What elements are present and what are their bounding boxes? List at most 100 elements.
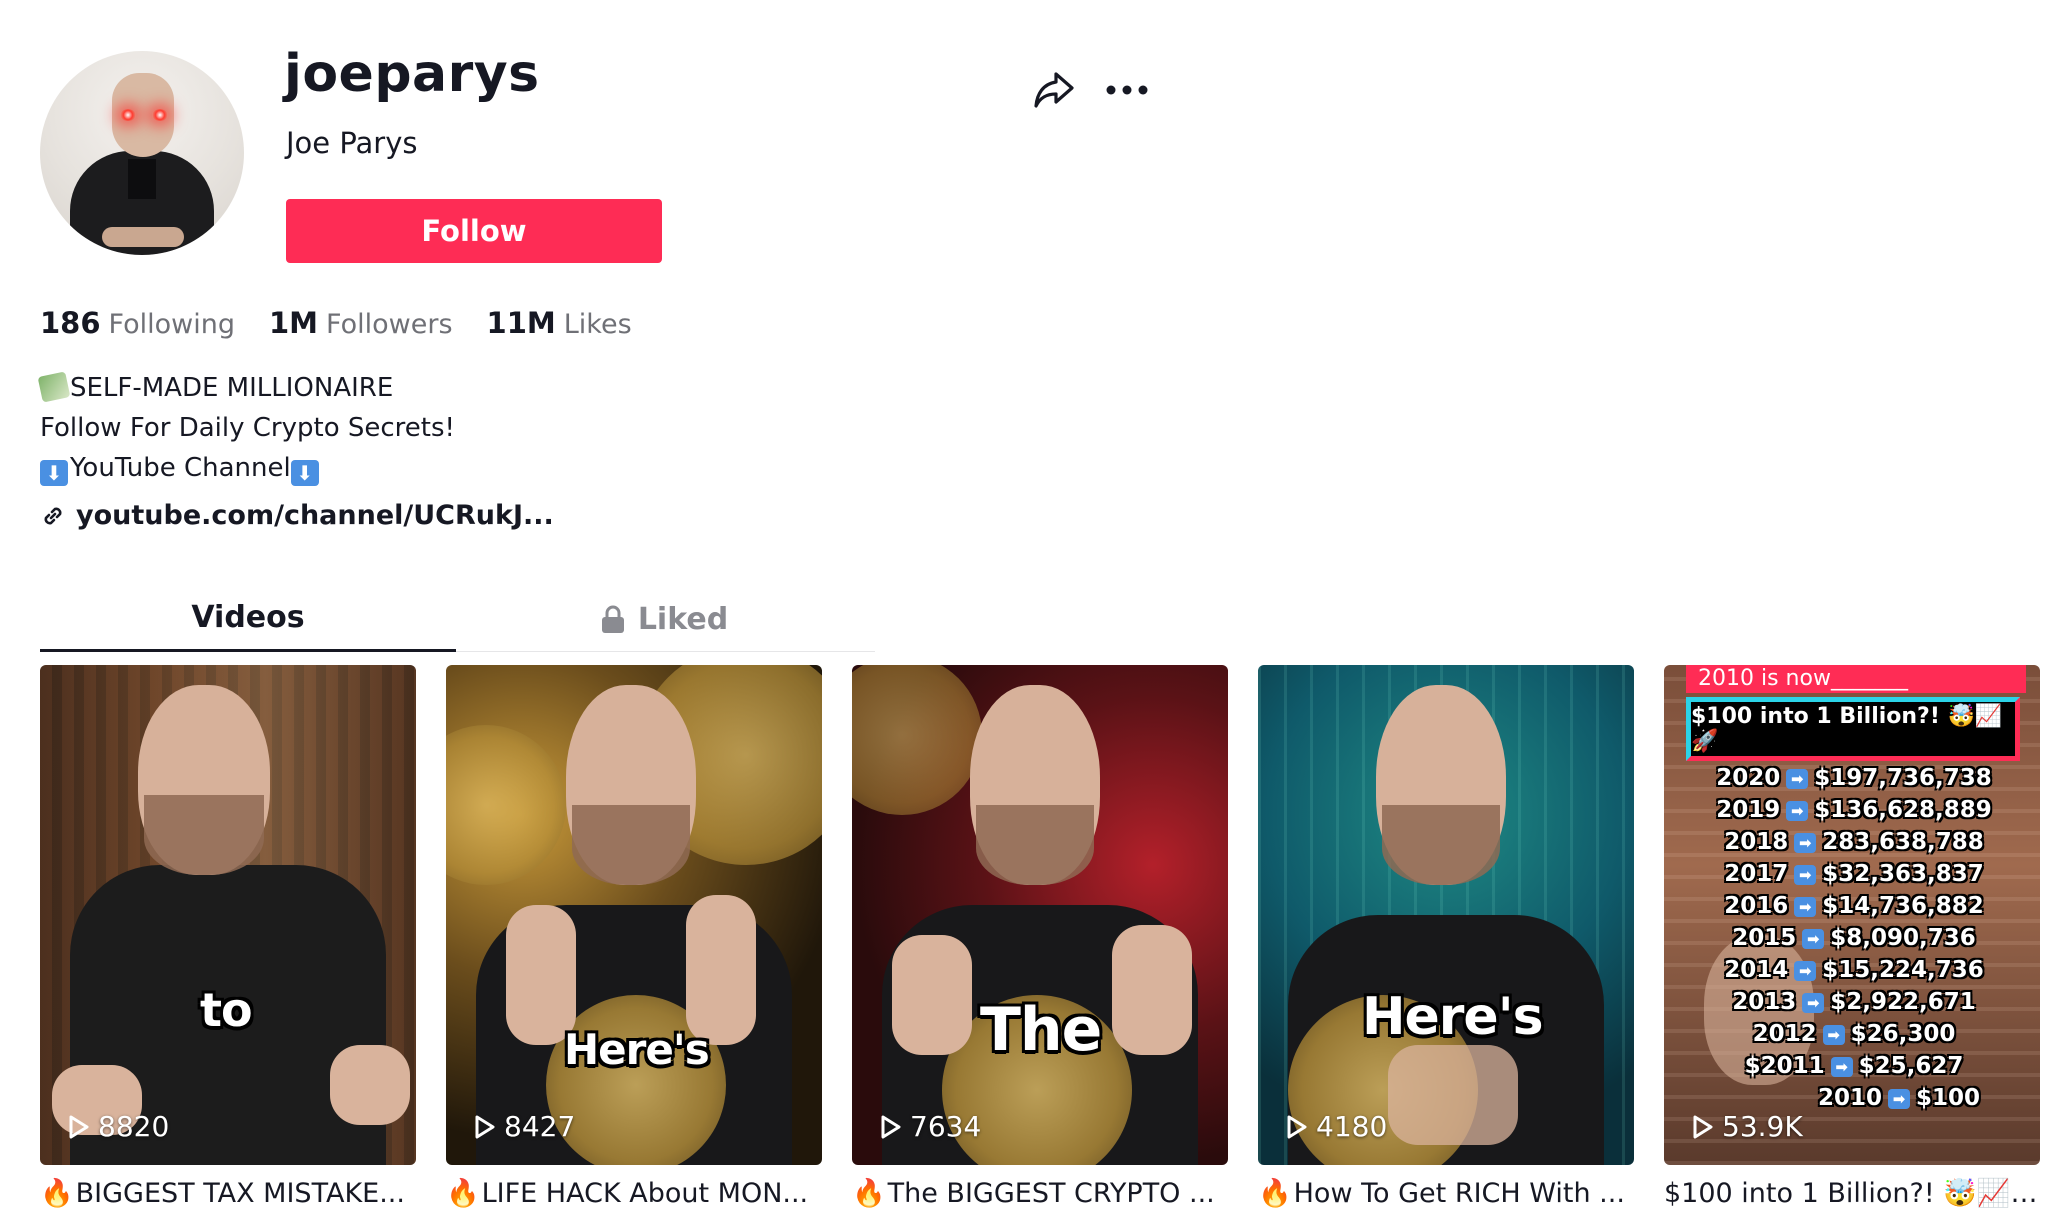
overlay-top-banner: 2010 is now_______ (1686, 665, 2026, 693)
username: joeparys (284, 44, 540, 104)
video-title-text: $100 into 1 Billion?! 🤯📈🚀... (1664, 1178, 2040, 1209)
right-arrow-icon: ➡ (1802, 929, 1825, 949)
overlay-title-box: $100 into 1 Billion?! 🤯📈🚀 (1686, 697, 2020, 761)
view-count-text: 7634 (910, 1110, 982, 1143)
video-grid: to 8820 🔥BIGGEST TAX MISTAKE... Here's 8… (40, 665, 2040, 1225)
person-hand (686, 895, 756, 1045)
display-name: Joe Parys (286, 126, 418, 160)
person-beard (1382, 805, 1500, 885)
person-hand (330, 1045, 410, 1125)
avatar-laser-eye-right (152, 109, 168, 121)
more-options-icon[interactable] (1106, 84, 1148, 96)
stat-label: Following (108, 309, 235, 340)
tab-label: Videos (191, 600, 305, 635)
overlay-row: 2017 ➡ $32,363,837 (1724, 861, 1984, 887)
right-arrow-icon: ➡ (1822, 1025, 1845, 1045)
video-thumbnail[interactable]: Here's 8427 (446, 665, 822, 1165)
video-thumbnail[interactable]: Here's 4180 (1258, 665, 1634, 1165)
view-count-text: 53.9K (1722, 1110, 1803, 1143)
bio-text: Follow For Daily Crypto Secrets! (40, 413, 455, 443)
stat-followers[interactable]: 1M Followers (269, 306, 453, 340)
video-card[interactable]: 2010 is now_______ $100 into 1 Billion?!… (1664, 665, 2040, 1209)
play-icon (69, 1115, 89, 1138)
overlay-year-list: 2020 ➡ $197,736,738 2019 ➡ $136,628,889 2018… (1704, 765, 2004, 1117)
fire-icon: 🔥 (1258, 1178, 1292, 1209)
right-arrow-icon: ➡ (1802, 993, 1825, 1013)
profile-link[interactable]: youtube.com/channel/UCRukJ... (40, 500, 554, 531)
person-hand (892, 935, 972, 1055)
tab-liked[interactable]: Liked (456, 586, 872, 652)
stat-following[interactable]: 186 Following (40, 306, 235, 340)
stat-label: Likes (563, 309, 632, 340)
video-title[interactable]: $100 into 1 Billion?! 🤯📈🚀... (1664, 1177, 2040, 1209)
down-arrow-icon: ⬇ (290, 460, 319, 486)
bio-line-3: ⬇ YouTube Channel ⬇ (40, 448, 455, 488)
video-title[interactable]: 🔥The BIGGEST CRYPTO ... (852, 1177, 1228, 1209)
video-card[interactable]: Here's 4180 🔥How To Get RICH With ... (1258, 665, 1634, 1209)
bio-text: SELF-MADE MILLIONAIRE (70, 373, 394, 403)
video-caption: to (200, 983, 253, 1037)
view-count: 53.9K (1692, 1110, 1803, 1143)
overlay-row: 2015 ➡ $8,090,736 (1732, 925, 1976, 951)
right-arrow-icon: ➡ (1786, 801, 1809, 821)
stat-value: 1M (269, 306, 319, 340)
coin-graphic (446, 725, 566, 885)
video-card[interactable]: Here's 8427 🔥LIFE HACK About MON... (446, 665, 822, 1209)
overlay-row: 2020 ➡ $197,736,738 (1716, 765, 1992, 791)
video-title[interactable]: 🔥BIGGEST TAX MISTAKE... (40, 1177, 416, 1209)
play-icon (1693, 1115, 1713, 1138)
fire-icon: 🔥 (40, 1178, 74, 1209)
play-icon (475, 1115, 495, 1138)
share-icon[interactable] (1032, 70, 1076, 110)
person-hand (506, 905, 576, 1045)
video-caption: Here's (564, 1025, 710, 1074)
follow-button[interactable]: Follow (286, 199, 662, 263)
video-title-text: BIGGEST TAX MISTAKE... (75, 1178, 405, 1209)
right-arrow-icon: ➡ (1786, 769, 1809, 789)
video-card[interactable]: The 7634 🔥The BIGGEST CRYPTO ... (852, 665, 1228, 1209)
right-arrow-icon: ➡ (1888, 1089, 1910, 1109)
view-count-text: 4180 (1316, 1110, 1388, 1143)
overlay-row: 2016 ➡ $14,736,882 (1724, 893, 1984, 919)
person-hand (1388, 1045, 1518, 1145)
tiktok-profile-page: joeparys Joe Parys Follow 186 Following 1… (0, 0, 2058, 1228)
tab-videos[interactable]: Videos (40, 586, 456, 652)
view-count-text: 8427 (504, 1110, 576, 1143)
overlay-row: 2012 ➡ $26,300 (1752, 1021, 1956, 1047)
profile-avatar[interactable] (40, 51, 244, 255)
avatar-hands (102, 227, 184, 247)
profile-bio: SELF-MADE MILLIONAIRE Follow For Daily C… (37, 368, 455, 488)
video-title[interactable]: 🔥LIFE HACK About MON... (446, 1177, 822, 1209)
video-caption: Here's (1362, 987, 1544, 1047)
right-arrow-icon: ➡ (1794, 961, 1817, 981)
stat-value: 186 (40, 306, 101, 340)
person-hand (1112, 925, 1192, 1055)
video-thumbnail[interactable]: to 8820 (40, 665, 416, 1165)
person-beard (144, 795, 264, 875)
view-count: 8427 (474, 1110, 575, 1143)
overlay-row: 2019 ➡ $136,628,889 (1716, 797, 1992, 823)
bio-line-2: Follow For Daily Crypto Secrets! (40, 408, 455, 448)
profile-stats: 186 Following 1M Followers 11M Likes (40, 306, 632, 340)
video-title-text: The BIGGEST CRYPTO ... (887, 1178, 1215, 1209)
stat-value: 11M (486, 306, 556, 340)
bio-line-1: SELF-MADE MILLIONAIRE (37, 368, 455, 408)
video-thumbnail[interactable]: The 7634 (852, 665, 1228, 1165)
video-title[interactable]: 🔥How To Get RICH With ... (1258, 1177, 1634, 1209)
overlay-row: 2018 ➡ 283,638,788 (1724, 829, 1984, 855)
bio-text: YouTube Channel (70, 453, 291, 483)
play-icon (1287, 1115, 1307, 1138)
video-card[interactable]: to 8820 🔥BIGGEST TAX MISTAKE... (40, 665, 416, 1209)
tab-label: Liked (637, 601, 729, 637)
right-arrow-icon: ➡ (1794, 833, 1817, 853)
stat-label: Followers (326, 309, 453, 340)
avatar-laser-eye-left (120, 109, 136, 121)
overlay-row: $2011 ➡ $25,627 (1744, 1053, 1964, 1079)
right-arrow-icon: ➡ (1830, 1057, 1853, 1077)
profile-tabs: Videos Liked (40, 586, 875, 652)
video-title-text: LIFE HACK About MON... (481, 1178, 809, 1209)
video-thumbnail[interactable]: 2010 is now_______ $100 into 1 Billion?!… (1664, 665, 2040, 1165)
money-with-wings-icon (37, 371, 71, 403)
link-icon (44, 507, 62, 524)
right-arrow-icon: ➡ (1794, 897, 1817, 917)
